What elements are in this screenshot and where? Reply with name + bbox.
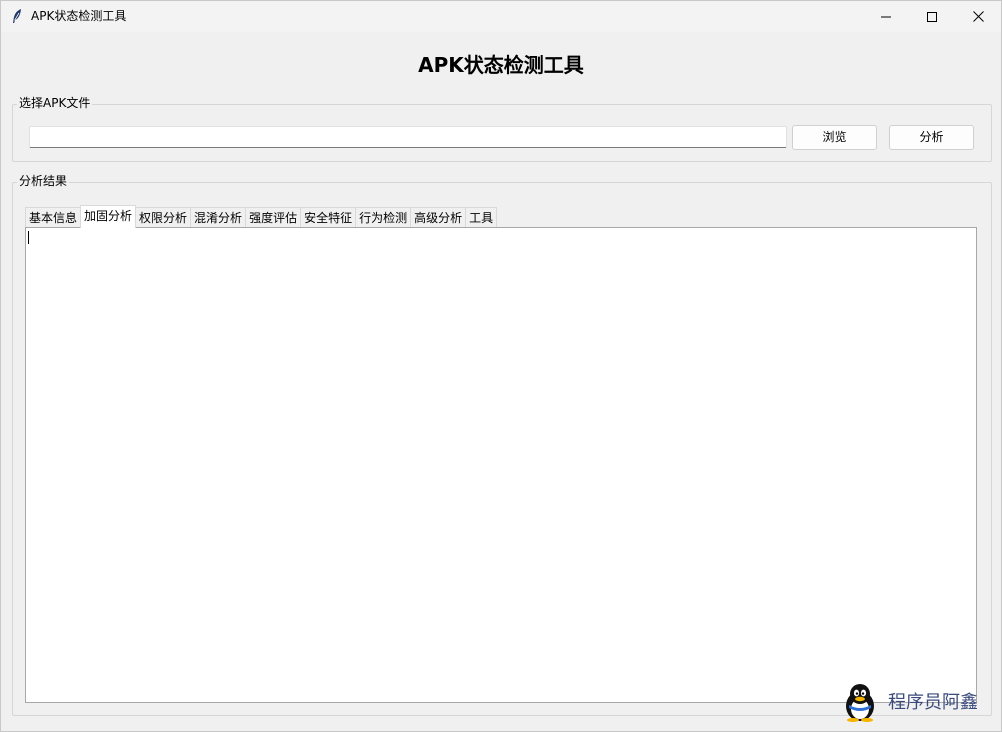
feather-icon bbox=[10, 8, 24, 24]
penguin-icon bbox=[840, 680, 882, 726]
close-button[interactable] bbox=[955, 1, 1001, 32]
tab-security-features[interactable]: 安全特征 bbox=[300, 207, 357, 228]
watermark-text: 程序员阿鑫 bbox=[888, 692, 978, 713]
minimize-button[interactable] bbox=[863, 1, 909, 32]
browse-button[interactable]: 浏览 bbox=[792, 125, 877, 150]
apk-path-input[interactable] bbox=[29, 126, 787, 148]
tab-advanced-analysis[interactable]: 高级分析 bbox=[410, 207, 467, 228]
watermark: 程序员阿鑫 bbox=[840, 682, 978, 724]
text-caret bbox=[28, 231, 29, 244]
results-tabs: 基本信息 加固分析 权限分析 混淆分析 强度评估 安全特征 行为检测 高级分析 … bbox=[25, 205, 498, 228]
tab-tools[interactable]: 工具 bbox=[465, 207, 498, 228]
analyze-button[interactable]: 分析 bbox=[889, 125, 974, 150]
results-text-area[interactable] bbox=[25, 227, 977, 703]
tab-behavior-detection[interactable]: 行为检测 bbox=[355, 207, 412, 228]
tab-strength-assessment[interactable]: 强度评估 bbox=[245, 207, 302, 228]
maximize-button[interactable] bbox=[909, 1, 955, 32]
tab-permission-analysis[interactable]: 权限分析 bbox=[135, 207, 192, 228]
results-label: 分析结果 bbox=[17, 174, 70, 188]
tab-obfuscation-analysis[interactable]: 混淆分析 bbox=[190, 207, 247, 228]
app-heading: APK状态检测工具 bbox=[418, 53, 584, 77]
tab-hardening-analysis[interactable]: 加固分析 bbox=[80, 205, 137, 228]
tab-basic-info[interactable]: 基本信息 bbox=[25, 207, 82, 228]
maximize-icon bbox=[927, 7, 937, 26]
window-title: APK状态检测工具 bbox=[31, 9, 127, 23]
close-icon bbox=[972, 7, 984, 26]
minimize-icon bbox=[881, 7, 891, 26]
file-select-label: 选择APK文件 bbox=[17, 96, 93, 110]
title-bar[interactable]: APK状态检测工具 bbox=[1, 1, 1001, 32]
app-window: APK状态检测工具 APK状态检测工具 选择APK文件 浏览 分析 分析结果 基… bbox=[0, 0, 1002, 732]
